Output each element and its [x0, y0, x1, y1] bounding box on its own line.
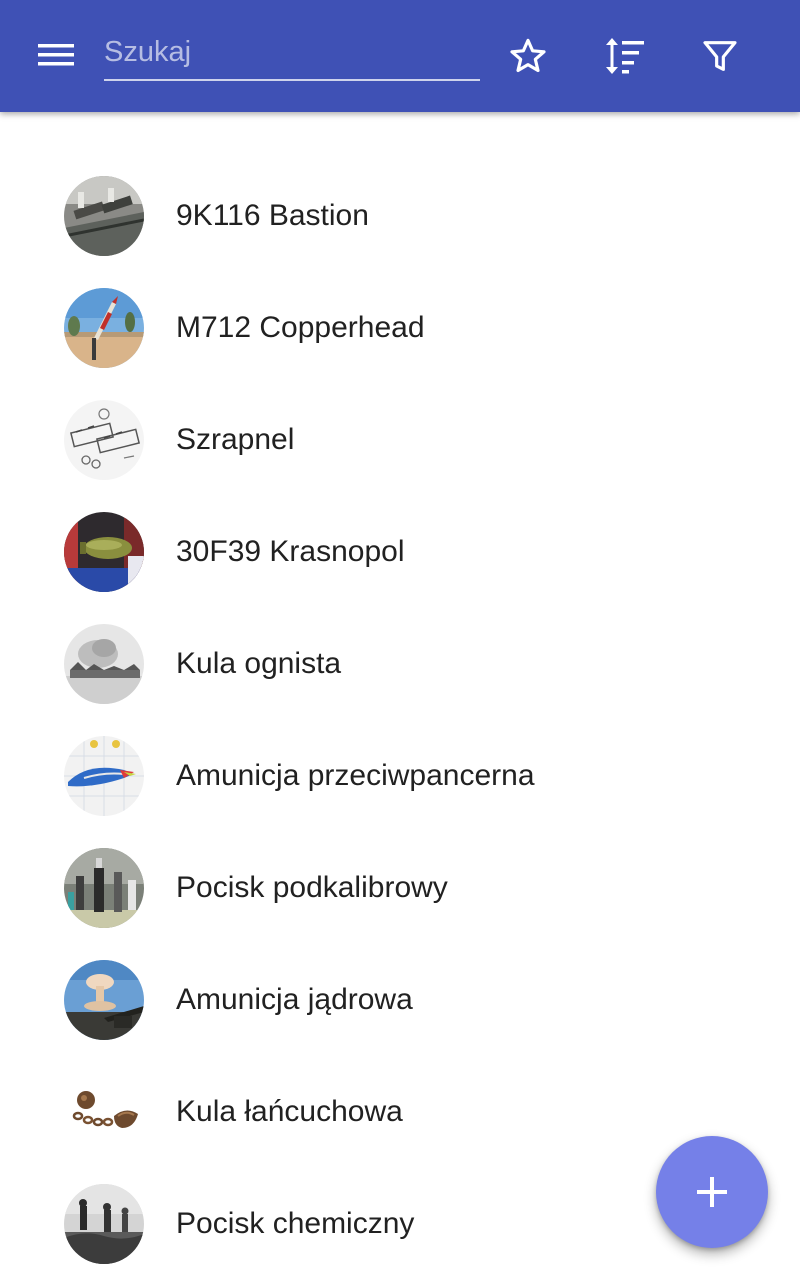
- plus-icon: [697, 1177, 727, 1207]
- ammunition-list: 9K116 Bastion M712 Copperhead Szrapnel 3…: [0, 160, 800, 1280]
- menu-icon: [38, 44, 74, 66]
- favorites-button[interactable]: [496, 24, 560, 88]
- item-thumbnail: [64, 736, 144, 816]
- item-thumbnail: [64, 1072, 144, 1152]
- sort-button[interactable]: [591, 24, 655, 88]
- item-thumbnail: [64, 400, 144, 480]
- filter-icon: [703, 41, 737, 71]
- item-thumbnail: [64, 960, 144, 1040]
- item-label: Kula łańcuchowa: [176, 1095, 403, 1128]
- item-label: Amunicja przeciwpancerna: [176, 759, 535, 792]
- add-button[interactable]: [656, 1136, 768, 1248]
- list-item[interactable]: 9K116 Bastion: [0, 160, 800, 272]
- item-thumbnail: [64, 288, 144, 368]
- top-app-bar: [0, 0, 800, 112]
- search-underline: [104, 79, 480, 81]
- list-item[interactable]: Pocisk podkalibrowy: [0, 832, 800, 944]
- list-item[interactable]: Amunicja jądrowa: [0, 944, 800, 1056]
- item-label: Pocisk chemiczny: [176, 1207, 415, 1240]
- item-label: 30F39 Krasnopol: [176, 535, 405, 568]
- menu-button[interactable]: [22, 30, 90, 82]
- item-thumbnail: [64, 624, 144, 704]
- item-thumbnail: [64, 512, 144, 592]
- search-field: [104, 26, 480, 82]
- filter-button[interactable]: [688, 24, 752, 88]
- item-label: M712 Copperhead: [176, 311, 425, 344]
- item-thumbnail: [64, 1184, 144, 1264]
- list-item[interactable]: Kula ognista: [0, 608, 800, 720]
- list-item[interactable]: M712 Copperhead: [0, 272, 800, 384]
- item-thumbnail: [64, 848, 144, 928]
- sort-icon: [606, 38, 644, 74]
- star-outline-icon: [510, 38, 546, 73]
- app-screen: 9K116 Bastion M712 Copperhead: [0, 0, 800, 1280]
- item-label: Pocisk podkalibrowy: [176, 871, 448, 904]
- item-label: 9K116 Bastion: [176, 199, 369, 232]
- list-item[interactable]: 30F39 Krasnopol: [0, 496, 800, 608]
- item-thumbnail: [64, 176, 144, 256]
- item-label: Szrapnel: [176, 423, 295, 456]
- item-label: Amunicja jądrowa: [176, 983, 413, 1016]
- list-item[interactable]: Szrapnel: [0, 384, 800, 496]
- item-label: Kula ognista: [176, 647, 342, 680]
- search-input[interactable]: [104, 26, 480, 78]
- list-item[interactable]: Amunicja przeciwpancerna: [0, 720, 800, 832]
